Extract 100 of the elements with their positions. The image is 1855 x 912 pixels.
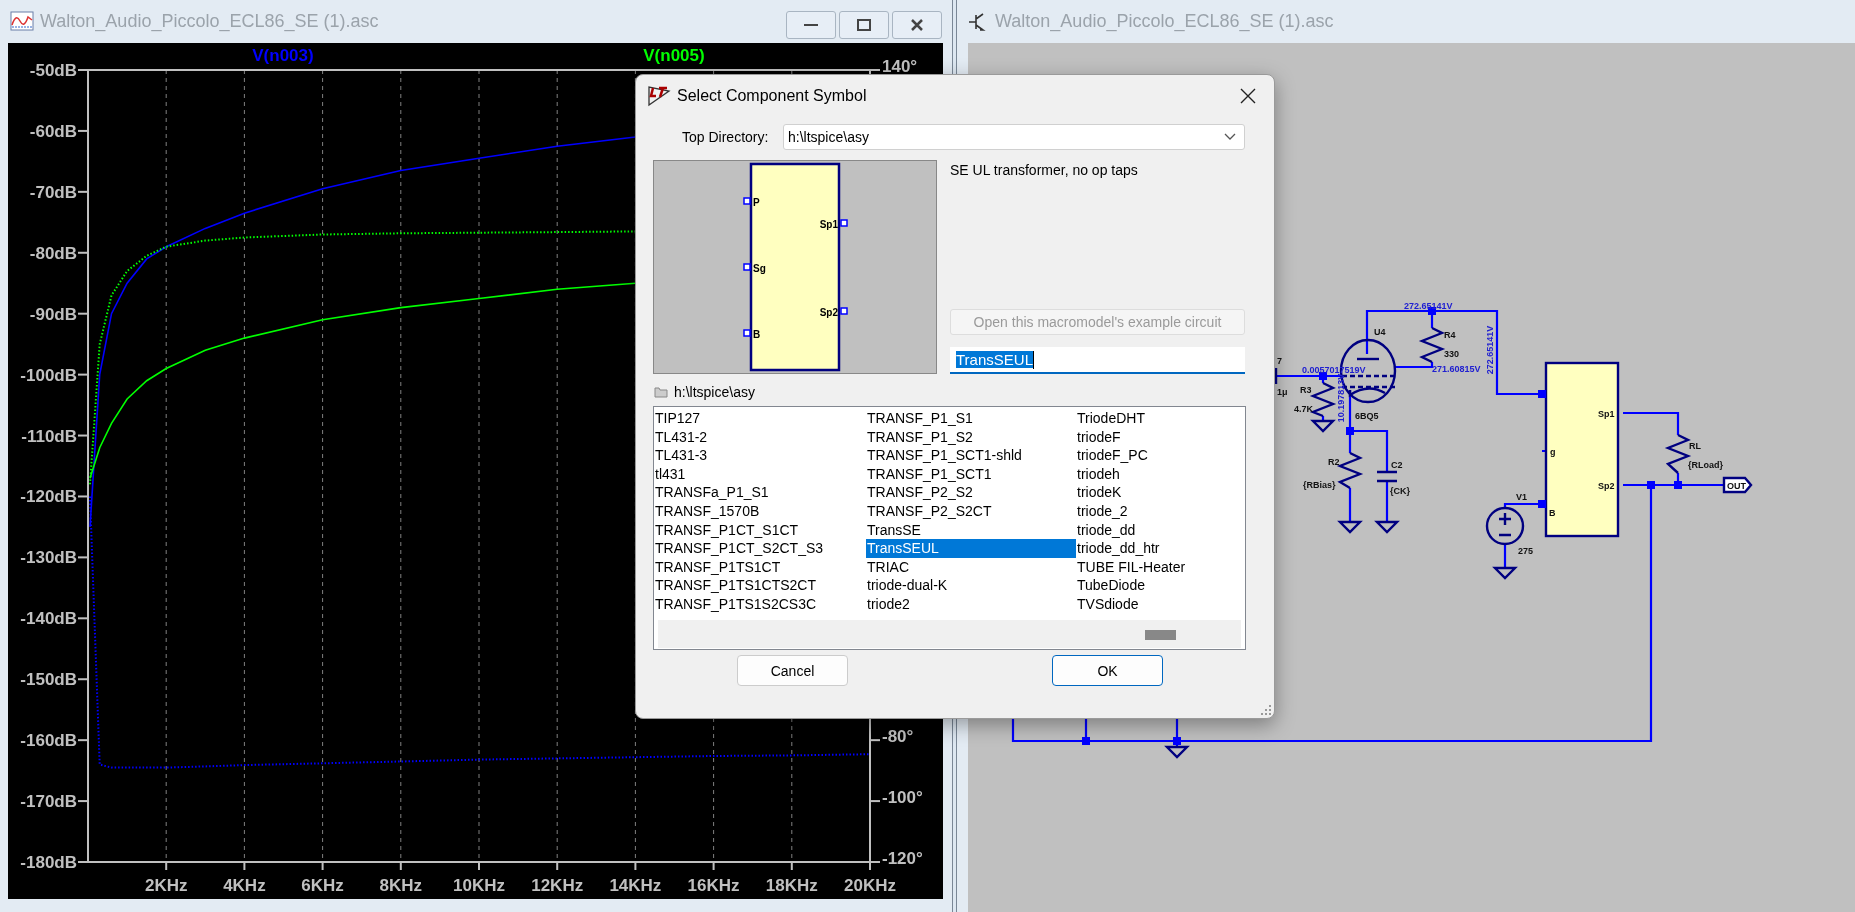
- symbol-name-input[interactable]: TransSEUL: [950, 347, 1245, 374]
- component-label: V1: [1516, 492, 1527, 502]
- list-item[interactable]: TRANSF_P2_S2: [866, 483, 1076, 502]
- trace-name[interactable]: V(n005): [643, 46, 705, 65]
- list-item[interactable]: triode_dd: [1076, 520, 1241, 540]
- component-label: 4.7K: [1294, 404, 1313, 414]
- voltage-label: 272.65141V: [1404, 301, 1453, 311]
- list-item[interactable]: TRANSF_P1CT_S1CT: [654, 520, 866, 540]
- maximize-button[interactable]: [839, 11, 889, 39]
- x-axis-label: 18KHz: [765, 876, 818, 895]
- list-item[interactable]: triodeF_PC: [1076, 446, 1241, 465]
- component-label: 330: [1444, 349, 1460, 359]
- ok-button[interactable]: OK: [1052, 655, 1163, 686]
- component-label: RL: [1689, 441, 1701, 451]
- component-label: 275: [1518, 546, 1534, 556]
- component-label: B: [1549, 508, 1556, 518]
- component-label: {CK}: [1390, 486, 1410, 496]
- resistor-symbol: [1418, 326, 1446, 364]
- component-label: g: [1550, 447, 1556, 457]
- list-item[interactable]: TRANSF_P1TS1CTS2CT: [654, 576, 866, 595]
- list-item[interactable]: triode2: [866, 594, 1076, 614]
- list-item[interactable]: TRANSF_P1_S2: [866, 427, 1076, 447]
- phase-axis-label: -120°: [882, 849, 923, 868]
- window-title: Walton_Audio_Piccolo_ECL86_SE (1).asc: [40, 11, 379, 32]
- cancel-button[interactable]: Cancel: [737, 655, 848, 686]
- close-icon: [910, 18, 924, 32]
- component-label: U4: [1374, 327, 1386, 337]
- list-item[interactable]: TRANSF_P1_S1: [866, 409, 1076, 428]
- x-axis-label: 6KHz: [301, 876, 344, 895]
- list-item[interactable]: triodeh: [1076, 464, 1241, 484]
- y-axis-label: -140dB: [20, 609, 77, 629]
- capacitor-symbol: [1375, 470, 1399, 483]
- list-item[interactable]: TRANSF_P1TS1S2CS3C: [654, 594, 866, 614]
- horizontal-scrollbar[interactable]: [658, 620, 1241, 648]
- logo-icon: [647, 85, 671, 107]
- component-label: Sp1: [1598, 409, 1615, 419]
- ground-symbol: [1374, 520, 1400, 534]
- list-item[interactable]: TIP127: [654, 409, 866, 428]
- list-item[interactable]: triodeK: [1076, 483, 1241, 502]
- list-item[interactable]: TRANSF_P1_SCT1: [866, 464, 1076, 484]
- pin-label: P: [753, 197, 760, 208]
- list-item[interactable]: TRIAC: [866, 557, 1076, 577]
- list-item[interactable]: TRANSF_P1TS1CT: [654, 557, 866, 577]
- list-item[interactable]: TRANSF_P1_SCT1-shld: [866, 446, 1076, 465]
- y-axis-label: -70dB: [29, 182, 77, 202]
- x-axis-label: 4KHz: [223, 876, 266, 895]
- ground-symbol: [1492, 566, 1518, 580]
- y-axis-label: -120dB: [20, 487, 77, 507]
- voltage-label: 271.60815V: [1432, 364, 1481, 374]
- directory-dropdown[interactable]: h:\ltspice\asy: [783, 124, 1245, 150]
- list-item[interactable]: TubeDiode: [1076, 576, 1241, 595]
- pin-label: B: [753, 329, 761, 340]
- component-label: 7: [1277, 356, 1282, 366]
- symbol-description: SE UL transformer, no op taps: [950, 162, 1139, 178]
- list-item[interactable]: TUBE FIL-Heater: [1076, 557, 1241, 577]
- list-item[interactable]: TriodeDHT: [1076, 409, 1241, 428]
- voltage-label: 272.65141V: [1485, 325, 1495, 375]
- close-button[interactable]: [892, 11, 942, 39]
- list-item[interactable]: tl431: [654, 464, 866, 484]
- resize-grip-icon: [1261, 705, 1271, 715]
- list-item[interactable]: TRANSF_1570B: [654, 501, 866, 521]
- component-label: R4: [1444, 330, 1456, 340]
- dialog-title: Select Component Symbol: [677, 87, 867, 105]
- y-axis-label: -150dB: [20, 670, 77, 690]
- close-icon: [1240, 88, 1256, 104]
- list-item[interactable]: TRANSFa_P1_S1: [654, 483, 866, 502]
- y-axis-label: -170dB: [20, 792, 77, 812]
- phase-axis-label: 140°: [882, 57, 918, 76]
- x-axis-label: 14KHz: [609, 876, 662, 895]
- voltage-source-symbol: [1485, 506, 1525, 546]
- list-item[interactable]: TL431-2: [654, 427, 866, 447]
- list-item[interactable]: TL431-3: [654, 446, 866, 465]
- list-item[interactable]: triode_2: [1076, 501, 1241, 521]
- component-label: 1μ: [1277, 387, 1288, 397]
- chevron-down-icon: [1224, 133, 1236, 141]
- list-item[interactable]: TRANSF_P1CT_S2CT_S3: [654, 539, 866, 558]
- pin-label: Sp2: [819, 307, 838, 318]
- list-item[interactable]: triodeF: [1076, 427, 1241, 447]
- list-item[interactable]: triode-dual-K: [866, 576, 1076, 595]
- minimize-icon: [804, 23, 818, 27]
- component-label: R2: [1328, 457, 1340, 467]
- component-label: 6BQ5: [1355, 411, 1379, 421]
- component-label: R3: [1300, 385, 1312, 395]
- list-item[interactable]: TRANSF_P2_S2CT: [866, 501, 1076, 521]
- x-axis-label: 20KHz: [844, 876, 896, 895]
- x-axis-label: 2KHz: [144, 876, 188, 895]
- ground-symbol: [1337, 520, 1363, 534]
- phase-axis-label: -80°: [882, 727, 914, 747]
- field-label: Top Directory:: [682, 129, 770, 145]
- maximize-icon: [857, 19, 871, 31]
- list-item[interactable]: TransSE: [866, 520, 1076, 540]
- component-label: C2: [1391, 460, 1403, 470]
- scrollbar-thumb[interactable]: [1145, 630, 1176, 640]
- y-axis-label: -130dB: [20, 548, 77, 568]
- pin-label: Sg: [753, 263, 766, 274]
- y-axis-label: -110dB: [21, 426, 77, 446]
- list-item[interactable]: TVSdiode: [1076, 594, 1241, 614]
- list-item[interactable]: TransSEUL: [866, 539, 1076, 558]
- list-item[interactable]: triode_dd_htr: [1076, 539, 1241, 558]
- folder-icon: [654, 386, 668, 398]
